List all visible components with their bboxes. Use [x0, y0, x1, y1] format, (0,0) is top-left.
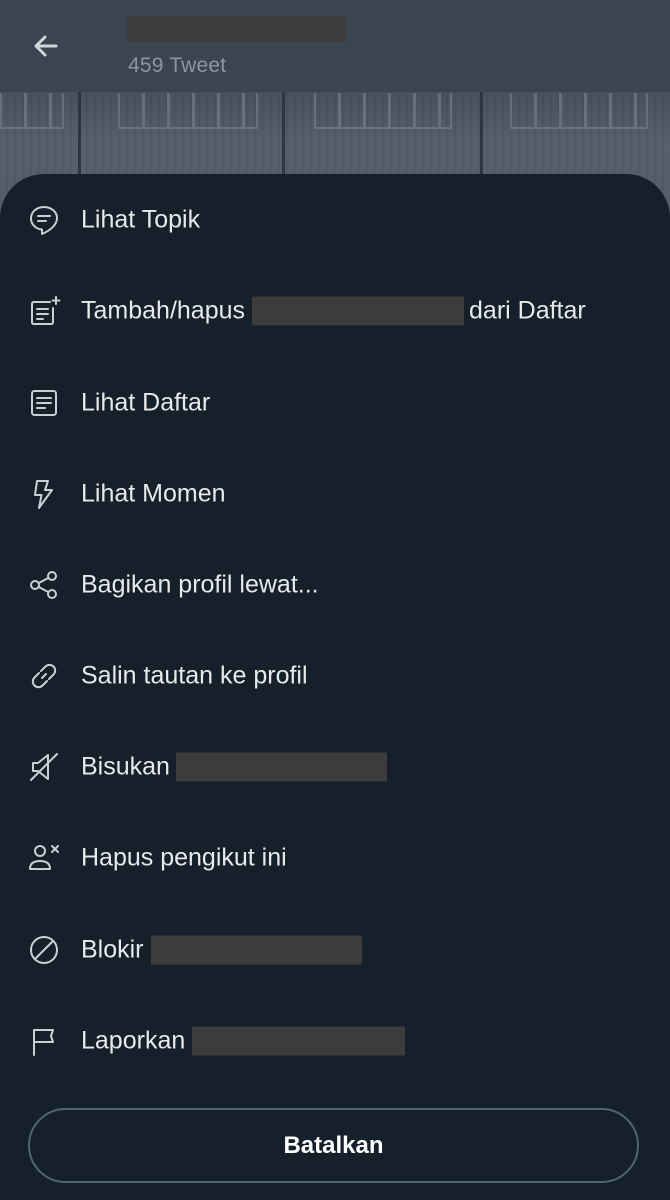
menu-item-label-text: Blokir [81, 935, 144, 964]
username-redacted [252, 296, 465, 326]
menu-item-label-text: Bisukan [81, 752, 170, 781]
banner-window [118, 93, 258, 129]
back-arrow-icon [34, 35, 58, 57]
topic-icon [26, 202, 62, 238]
list-icon [26, 385, 62, 421]
menu-item-copy-profile-link[interactable]: Salin tautan ke profil [0, 636, 670, 716]
menu-item-mute[interactable]: Bisukan [0, 727, 670, 807]
menu-item-label: Laporkan [81, 1026, 406, 1056]
banner-window [0, 93, 64, 129]
username-redacted [150, 935, 362, 965]
menu-item-view-lists[interactable]: Lihat Daftar [0, 363, 670, 443]
action-sheet: Lihat Topik Tambah/hapus dari Daftar Lih… [0, 174, 670, 1200]
menu-item-view-topics[interactable]: Lihat Topik [0, 180, 670, 260]
profile-name-redacted [127, 16, 346, 42]
mute-icon [26, 749, 62, 785]
menu-item-label-text: Laporkan [81, 1026, 186, 1055]
menu-item-add-remove-list[interactable]: Tambah/hapus dari Daftar [0, 271, 670, 351]
menu-item-label: Bagikan profil lewat... [81, 570, 319, 599]
back-button[interactable] [26, 26, 66, 66]
cancel-button[interactable]: Batalkan [28, 1108, 639, 1183]
menu-item-label: Hapus pengikut ini [81, 843, 287, 872]
menu-item-label: Tambah/hapus dari Daftar [81, 296, 586, 326]
tweet-count: 459 Tweet [128, 54, 227, 77]
menu-item-view-moments[interactable]: Lihat Momen [0, 454, 670, 534]
menu-item-remove-follower[interactable]: Hapus pengikut ini [0, 818, 670, 898]
menu-item-label: Salin tautan ke profil [81, 661, 308, 690]
profile-header: 459 Tweet [0, 0, 670, 92]
menu-item-label: Blokir [81, 935, 362, 965]
username-redacted [192, 1026, 406, 1056]
menu-item-label: Lihat Daftar [81, 388, 211, 417]
banner-window [510, 93, 648, 129]
flag-icon [26, 1023, 62, 1059]
menu-item-label: Lihat Topik [81, 205, 201, 234]
list-add-icon [26, 293, 62, 329]
menu-item-block[interactable]: Blokir [0, 910, 670, 990]
menu-item-label: Lihat Momen [81, 479, 226, 508]
menu-item-label-start: Tambah/hapus [81, 296, 246, 325]
link-icon [26, 658, 62, 694]
menu-item-report[interactable]: Laporkan [0, 1001, 670, 1081]
lightning-icon [26, 476, 62, 512]
menu-item-share-profile[interactable]: Bagikan profil lewat... [0, 545, 670, 625]
username-redacted [175, 752, 387, 782]
menu-item-label-end: dari Daftar [469, 296, 586, 325]
remove-follower-icon [26, 840, 62, 876]
block-icon [26, 932, 62, 968]
share-icon [26, 567, 62, 603]
banner-window [314, 93, 452, 129]
menu-item-label: Bisukan [81, 752, 387, 782]
